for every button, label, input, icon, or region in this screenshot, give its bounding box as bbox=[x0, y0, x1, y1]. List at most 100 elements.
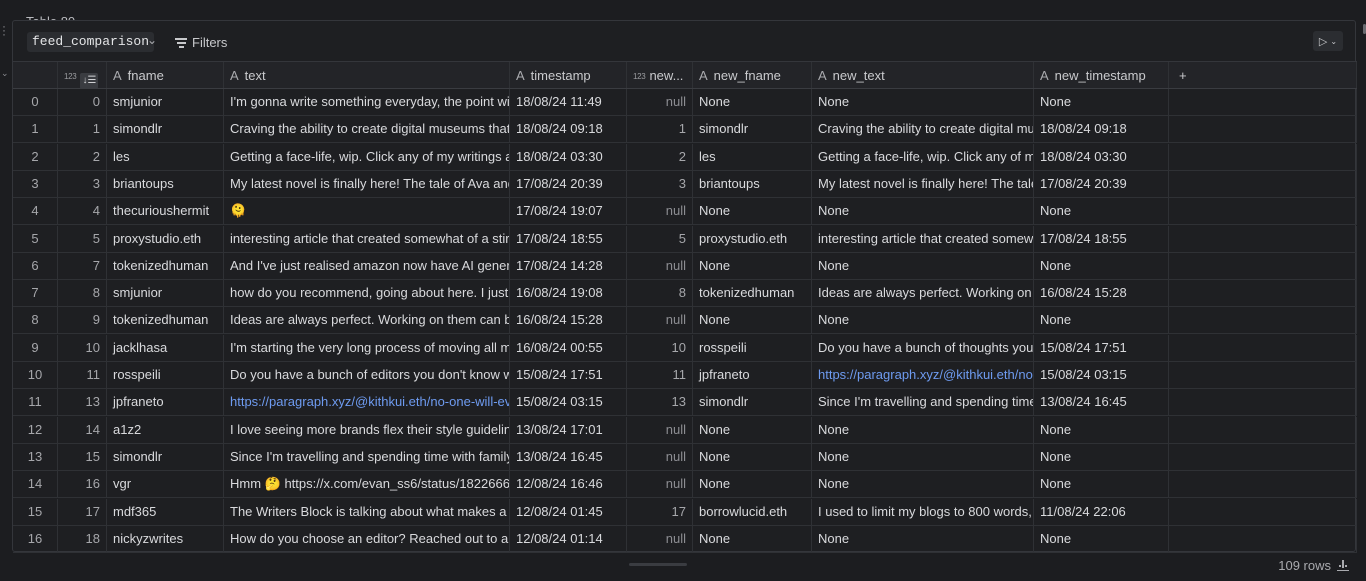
cell-new-fname[interactable]: proxystudio.eth bbox=[693, 225, 812, 252]
cell-text[interactable]: Do you have a bunch of editors you don't… bbox=[224, 362, 510, 388]
cell-add[interactable] bbox=[1169, 498, 1357, 525]
table-row[interactable]: 1 1 simondlr Craving the ability to create … bbox=[13, 116, 1357, 144]
drag-handle-icon[interactable]: · · · bbox=[2, 20, 8, 40]
cell-fname[interactable]: proxystudio.eth bbox=[107, 225, 224, 252]
collapse-chevron-icon[interactable]: ⌄ bbox=[1, 68, 9, 79]
cell-id[interactable]: 2 bbox=[58, 143, 107, 170]
cell-id[interactable]: 0 bbox=[58, 89, 107, 115]
cell-new-fname[interactable]: None bbox=[693, 198, 812, 225]
cell-idx[interactable]: 5 bbox=[13, 225, 58, 252]
table-row[interactable]: 2 2 les Getting a face-life, wip. Click any… bbox=[13, 143, 1357, 171]
cell-new-timestamp[interactable]: None bbox=[1034, 89, 1169, 115]
cell-text[interactable]: Getting a face-life, wip. Click any of m… bbox=[224, 143, 510, 170]
cell-id[interactable]: 5 bbox=[58, 225, 107, 252]
cell-idx[interactable]: 4 bbox=[13, 198, 58, 225]
cell-new-timestamp[interactable]: 11/08/24 22:06 bbox=[1034, 498, 1169, 525]
cell-timestamp[interactable]: 17/08/24 20:39 bbox=[510, 170, 627, 197]
cell-id[interactable]: 3 bbox=[58, 170, 107, 197]
cell-idx[interactable]: 16 bbox=[13, 525, 58, 552]
column-header-id[interactable]: 123 ↓☰ bbox=[58, 62, 107, 88]
cell-new-timestamp[interactable]: 17/08/24 18:55 bbox=[1034, 225, 1169, 252]
cell-fname[interactable]: a1z2 bbox=[107, 416, 224, 443]
cell-timestamp[interactable]: 18/08/24 03:30 bbox=[510, 143, 627, 170]
cell-add[interactable] bbox=[1169, 389, 1357, 416]
column-header-new-id[interactable]: 123 new... bbox=[627, 62, 693, 88]
cell-new-text[interactable]: None bbox=[812, 252, 1034, 279]
cell-new-id[interactable]: null bbox=[627, 525, 693, 552]
cell-timestamp[interactable]: 13/08/24 16:45 bbox=[510, 443, 627, 470]
cell-add[interactable] bbox=[1169, 198, 1357, 225]
column-header-new-fname[interactable]: Anew_fname bbox=[693, 62, 812, 88]
column-header-new-timestamp[interactable]: Anew_timestamp bbox=[1034, 62, 1169, 88]
cell-add[interactable] bbox=[1169, 525, 1357, 552]
cell-add[interactable] bbox=[1169, 116, 1357, 143]
table-row[interactable]: 13 15 simondlr Since I'm travelling and spe… bbox=[13, 443, 1357, 471]
cell-text[interactable]: I'm starting the very long process of mo… bbox=[224, 334, 510, 361]
table-row[interactable]: 4 4 thecurioushermit 🫠 17/08/24 19:07 null Non… bbox=[13, 198, 1357, 226]
cell-id[interactable]: 9 bbox=[58, 307, 107, 334]
column-header-new-text[interactable]: Anew_text bbox=[812, 62, 1034, 88]
column-header-text[interactable]: Atext bbox=[224, 62, 510, 88]
cell-new-text[interactable]: Getting a face-life, wip. Click any of m… bbox=[812, 143, 1034, 170]
cell-timestamp[interactable]: 12/08/24 01:14 bbox=[510, 525, 627, 552]
cell-idx[interactable]: 1 bbox=[13, 116, 58, 143]
cell-new-fname[interactable]: None bbox=[693, 443, 812, 470]
cell-fname[interactable]: smjunior bbox=[107, 280, 224, 307]
cell-new-timestamp[interactable]: None bbox=[1034, 252, 1169, 279]
download-icon[interactable] bbox=[1337, 559, 1349, 572]
horizontal-scrollbar[interactable] bbox=[629, 563, 687, 566]
cell-new-text[interactable]: https://paragraph.xyz/@kithkui.eth/no-on… bbox=[812, 362, 1034, 388]
cell-id[interactable]: 4 bbox=[58, 198, 107, 225]
cell-add[interactable] bbox=[1169, 170, 1357, 197]
cell-new-fname[interactable]: None bbox=[693, 471, 812, 498]
cell-text[interactable]: And I've just realised amazon now have A… bbox=[224, 252, 510, 279]
cell-new-timestamp[interactable]: 18/08/24 03:30 bbox=[1034, 143, 1169, 170]
cell-new-timestamp[interactable]: 17/08/24 20:39 bbox=[1034, 170, 1169, 197]
cell-add[interactable] bbox=[1169, 334, 1357, 361]
cell-timestamp[interactable]: 18/08/24 09:18 bbox=[510, 116, 627, 143]
cell-idx[interactable]: 8 bbox=[13, 307, 58, 334]
cell-idx[interactable]: 13 bbox=[13, 443, 58, 470]
cell-new-id[interactable]: 8 bbox=[627, 280, 693, 307]
cell-new-text[interactable]: Ideas are always perfect. Working on the… bbox=[812, 280, 1034, 307]
cell-fname[interactable]: jacklhasa bbox=[107, 334, 224, 361]
cell-text[interactable]: I love seeing more brands flex their sty… bbox=[224, 416, 510, 443]
cell-text[interactable]: Ideas are always perfect. Working on the… bbox=[224, 307, 510, 334]
cell-new-fname[interactable]: les bbox=[693, 143, 812, 170]
cell-new-id[interactable]: 17 bbox=[627, 498, 693, 525]
table-row[interactable]: 5 5 proxystudio.eth interesting article tha… bbox=[13, 225, 1357, 253]
cell-new-id[interactable]: null bbox=[627, 307, 693, 334]
cell-add[interactable] bbox=[1169, 307, 1357, 334]
cell-text[interactable]: Hmm 🤔 https://x.com/evan_ss6/status/1822… bbox=[224, 471, 510, 498]
cell-new-fname[interactable]: tokenizedhuman bbox=[693, 280, 812, 307]
cell-id[interactable]: 13 bbox=[58, 389, 107, 416]
cell-add[interactable] bbox=[1169, 252, 1357, 279]
table-row[interactable]: 14 16 vgr Hmm 🤔 https://x.com/evan_ss6/stat… bbox=[13, 471, 1357, 499]
cell-timestamp[interactable]: 17/08/24 19:07 bbox=[510, 198, 627, 225]
table-row[interactable]: 6 7 tokenizedhuman And I've just realised a… bbox=[13, 252, 1357, 280]
cell-new-timestamp[interactable]: None bbox=[1034, 471, 1169, 498]
cell-timestamp[interactable]: 12/08/24 16:46 bbox=[510, 471, 627, 498]
cell-text[interactable]: 🫠 bbox=[224, 198, 510, 225]
cell-new-fname[interactable]: rosspeili bbox=[693, 334, 812, 361]
cell-new-text[interactable]: None bbox=[812, 443, 1034, 470]
cell-timestamp[interactable]: 17/08/24 18:55 bbox=[510, 225, 627, 252]
cell-new-fname[interactable]: None bbox=[693, 525, 812, 552]
cell-idx[interactable]: 10 bbox=[13, 362, 58, 388]
cell-fname[interactable]: jpfraneto bbox=[107, 389, 224, 416]
cell-new-id[interactable]: 10 bbox=[627, 334, 693, 361]
cell-fname[interactable]: thecurioushermit bbox=[107, 198, 224, 225]
cell-timestamp[interactable]: 16/08/24 15:28 bbox=[510, 307, 627, 334]
cell-fname[interactable]: tokenizedhuman bbox=[107, 307, 224, 334]
table-row[interactable]: 16 18 nickyzwrites How do you choose an edi… bbox=[13, 525, 1357, 553]
cell-new-text[interactable]: Craving the ability to create digital mu… bbox=[812, 116, 1034, 143]
cell-id[interactable]: 18 bbox=[58, 525, 107, 552]
cell-add[interactable] bbox=[1169, 225, 1357, 252]
cell-add[interactable] bbox=[1169, 143, 1357, 170]
column-header-fname[interactable]: Afname bbox=[107, 62, 224, 88]
cell-text[interactable]: Since I'm travelling and spending time w… bbox=[224, 443, 510, 470]
cell-new-fname[interactable]: None bbox=[693, 307, 812, 334]
cell-text[interactable]: interesting article that created somewha… bbox=[224, 225, 510, 252]
cell-fname[interactable]: smjunior bbox=[107, 89, 224, 115]
cell-new-text[interactable]: I used to limit my blogs to 800 words, b… bbox=[812, 498, 1034, 525]
